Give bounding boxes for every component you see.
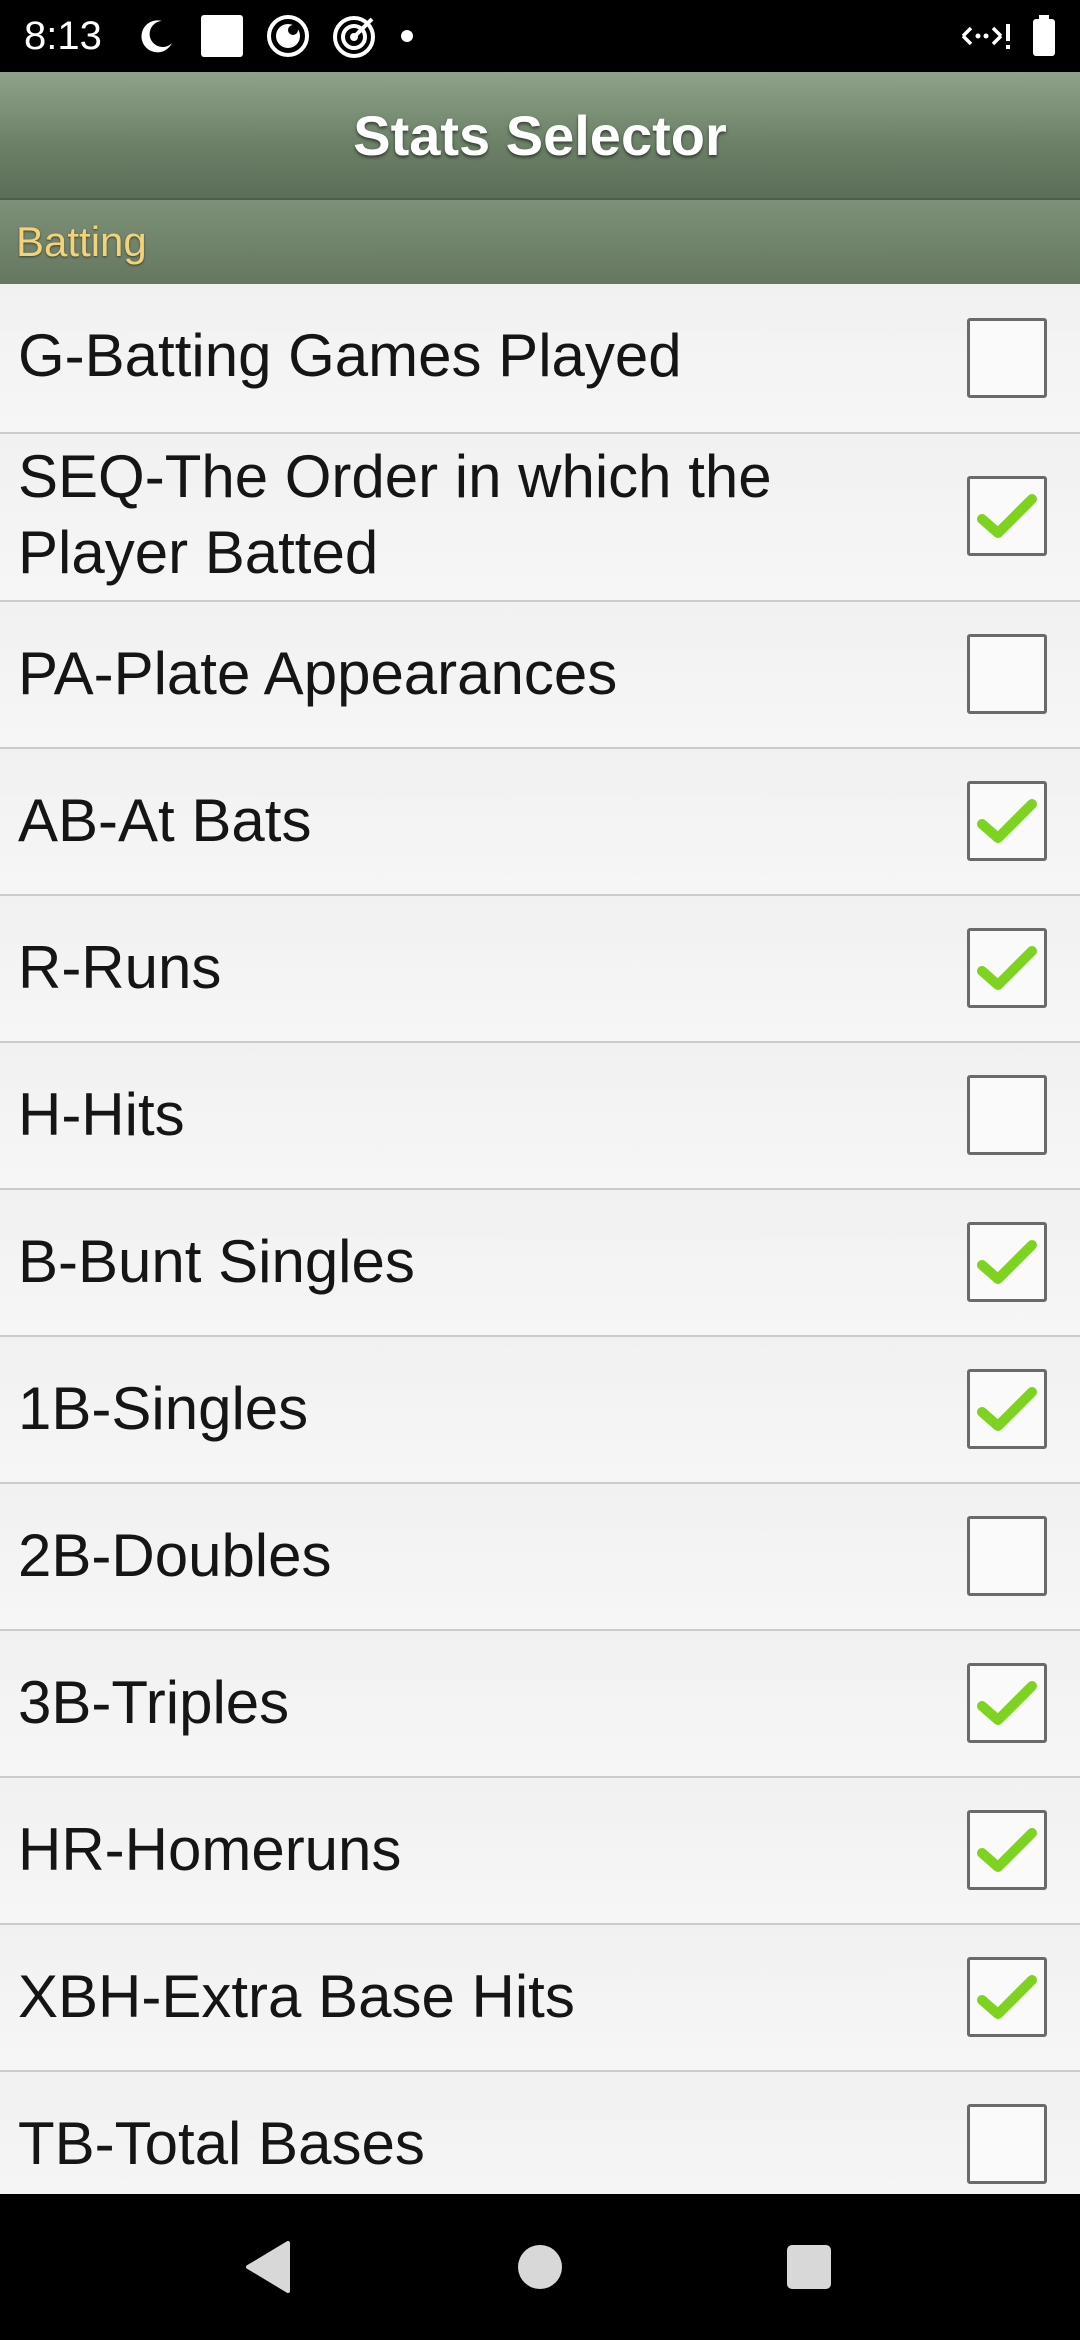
dot-icon (400, 29, 414, 43)
stat-checkbox[interactable] (967, 1222, 1047, 1302)
stat-checkbox[interactable] (967, 1957, 1047, 2037)
stat-label: 1B-Singles (18, 1375, 309, 1442)
checkmark-icon (977, 946, 1037, 990)
section-label: Batting (16, 218, 147, 265)
stat-label: SEQ-The Order in which the Player Batted (18, 443, 772, 586)
stat-label: B-Bunt Singles (18, 1228, 415, 1295)
stat-row-1b[interactable]: 1B-Singles (0, 1337, 1080, 1484)
back-icon (246, 2241, 290, 2293)
stat-row-3b[interactable]: 3B-Triples (0, 1631, 1080, 1778)
stat-row-r[interactable]: R-Runs (0, 896, 1080, 1043)
stat-checkbox[interactable] (967, 781, 1047, 861)
checkmark-icon (977, 494, 1037, 538)
status-time: 8:13 (24, 14, 102, 58)
section-header-batting: Batting (0, 200, 1080, 284)
home-icon (518, 2245, 562, 2289)
stat-label: H-Hits (18, 1081, 185, 1148)
stat-label: G-Batting Games Played (18, 322, 682, 389)
stat-checkbox[interactable] (967, 1516, 1047, 1596)
status-icons-left (136, 14, 414, 58)
page-title: Stats Selector (353, 104, 727, 167)
stat-row-pa[interactable]: PA-Plate Appearances (0, 602, 1080, 749)
home-button[interactable] (480, 2194, 600, 2340)
target-icon (332, 13, 378, 59)
stat-checkbox[interactable] (967, 1663, 1047, 1743)
checkmark-icon (977, 1387, 1037, 1431)
stat-row-xbh[interactable]: XBH-Extra Base Hits (0, 1925, 1080, 2072)
navigation-bar (0, 2194, 1080, 2340)
app-bar: Stats Selector (0, 72, 1080, 200)
status-icons-right (960, 14, 1056, 58)
data-transfer-icon (960, 20, 1012, 52)
stat-row-h[interactable]: H-Hits (0, 1043, 1080, 1190)
stat-row-hr[interactable]: HR-Homeruns (0, 1778, 1080, 1925)
stat-row-g[interactable]: G-Batting Games Played (0, 284, 1080, 434)
checkmark-icon (977, 799, 1037, 843)
checkmark-icon (977, 1681, 1037, 1725)
recents-button[interactable] (749, 2194, 869, 2340)
stat-label: 3B-Triples (18, 1669, 290, 1736)
stat-checkbox[interactable] (967, 928, 1047, 1008)
stat-checkbox[interactable] (967, 2104, 1047, 2184)
checkmark-icon (977, 1975, 1037, 2019)
stat-checkbox[interactable] (967, 476, 1047, 556)
stat-checkbox[interactable] (967, 318, 1047, 398)
checkmark-icon (977, 1828, 1037, 1872)
stat-checkbox[interactable] (967, 1810, 1047, 1890)
stat-label: TB-Total Bases (18, 2110, 425, 2177)
stat-checkbox[interactable] (967, 634, 1047, 714)
square-notification-icon (200, 14, 244, 58)
recents-icon (787, 2245, 831, 2289)
stat-row-seq[interactable]: SEQ-The Order in which the Player Batted (0, 434, 1080, 602)
back-button[interactable] (208, 2194, 328, 2340)
do-not-disturb-icon (136, 15, 178, 57)
stat-label: AB-At Bats (18, 787, 312, 854)
stat-row-tb[interactable]: TB-Total Bases (0, 2072, 1080, 2194)
stat-label: PA-Plate Appearances (18, 640, 618, 707)
stat-checkbox[interactable] (967, 1369, 1047, 1449)
stat-row-ab[interactable]: AB-At Bats (0, 749, 1080, 896)
stat-checkbox[interactable] (967, 1075, 1047, 1155)
status-bar: 8:13 (0, 0, 1080, 72)
stats-list[interactable]: G-Batting Games Played SEQ-The Order in … (0, 284, 1080, 2194)
stat-label: R-Runs (18, 934, 222, 1001)
stat-label: XBH-Extra Base Hits (18, 1963, 575, 2030)
record-icon (266, 14, 310, 58)
checkmark-icon (977, 1240, 1037, 1284)
stat-row-2b[interactable]: 2B-Doubles (0, 1484, 1080, 1631)
stat-label: HR-Homeruns (18, 1816, 402, 1883)
battery-icon (1032, 15, 1056, 57)
stat-row-b[interactable]: B-Bunt Singles (0, 1190, 1080, 1337)
stat-label: 2B-Doubles (18, 1522, 332, 1589)
